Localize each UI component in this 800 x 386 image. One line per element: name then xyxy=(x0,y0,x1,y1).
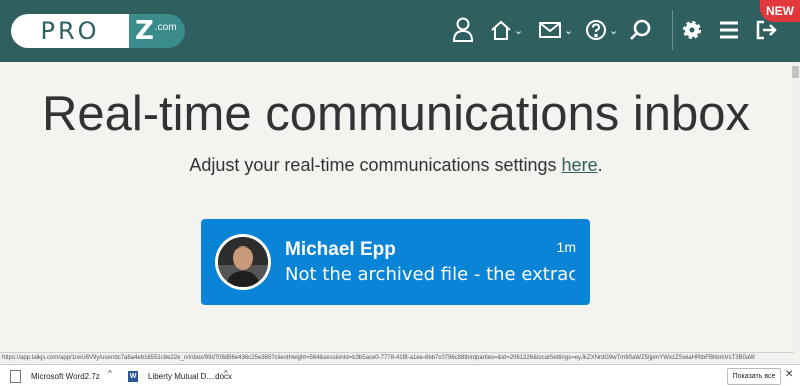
home-icon xyxy=(491,20,511,40)
help-menu[interactable]: ⌄ xyxy=(585,14,618,46)
home-menu[interactable]: ⌄ xyxy=(490,14,523,46)
settings-gear-icon[interactable] xyxy=(681,14,703,46)
conversation-card[interactable]: Michael Epp 1m Not the archived file - t… xyxy=(201,219,590,305)
logo-right-part: Z .com xyxy=(129,14,185,48)
mail-icon xyxy=(539,22,561,38)
logo-z: Z xyxy=(135,16,154,46)
close-icon[interactable]: ✕ xyxy=(785,369,793,380)
vertical-scrollbar[interactable] xyxy=(791,62,800,352)
logo-com: .com xyxy=(154,21,177,33)
word-file-icon: W xyxy=(128,370,138,382)
page-title: Real-time communications inbox xyxy=(41,87,751,141)
settings-subtitle: Adjust your real-time communications set… xyxy=(0,155,792,176)
download-item-2[interactable]: W Liberty Mutual D....docx xyxy=(128,368,232,384)
search-icon[interactable] xyxy=(628,14,652,46)
chevron-down-icon: ⌄ xyxy=(514,24,524,37)
nav-divider xyxy=(672,10,673,50)
avatar-inner xyxy=(218,237,268,287)
download-item-1-label: Microsoft Word2.7z xyxy=(31,371,100,381)
settings-link[interactable]: here xyxy=(562,155,598,175)
download-item-1[interactable]: Microsoft Word2.7z xyxy=(10,368,100,384)
downloads-bar: Microsoft Word2.7z ^ W Liberty Mutual D.… xyxy=(0,364,800,386)
scrollbar-thumb[interactable] xyxy=(792,66,799,78)
proz-logo[interactable]: PRO Z .com xyxy=(11,14,185,48)
chevron-down-icon: ⌄ xyxy=(564,24,574,37)
logo-text: PRO xyxy=(40,17,100,45)
message-time: 1m xyxy=(556,239,576,255)
message-preview: Not the archived file - the extrac... xyxy=(285,264,575,285)
chevron-down-icon: ⌄ xyxy=(609,24,619,37)
file-icon xyxy=(10,369,21,383)
hamburger-menu-icon[interactable] xyxy=(718,14,740,46)
show-all-button[interactable]: Показать все xyxy=(727,368,781,385)
avatar xyxy=(215,234,271,290)
download-item-2-label: Liberty Mutual D....docx xyxy=(148,371,233,381)
top-navigation-bar: PRO Z .com ⌄ ⌄ ⌄ NEW xyxy=(0,0,800,62)
download-item-2-menu-icon[interactable]: ^ xyxy=(224,369,228,378)
sender-name: Michael Epp xyxy=(285,239,396,260)
user-icon[interactable] xyxy=(452,14,474,46)
subtitle-period: . xyxy=(597,155,603,175)
status-url: https://app.talkjs.com/app/1rwU6V9y/user… xyxy=(0,352,794,364)
subtitle-text: Adjust your real-time communications set… xyxy=(189,155,562,175)
logo-left-part: PRO xyxy=(11,14,129,48)
new-badge: NEW xyxy=(760,0,800,22)
download-item-1-menu-icon[interactable]: ^ xyxy=(108,369,112,378)
help-icon xyxy=(586,20,606,40)
mail-menu[interactable]: ⌄ xyxy=(538,14,573,46)
person-photo-icon xyxy=(218,237,268,287)
